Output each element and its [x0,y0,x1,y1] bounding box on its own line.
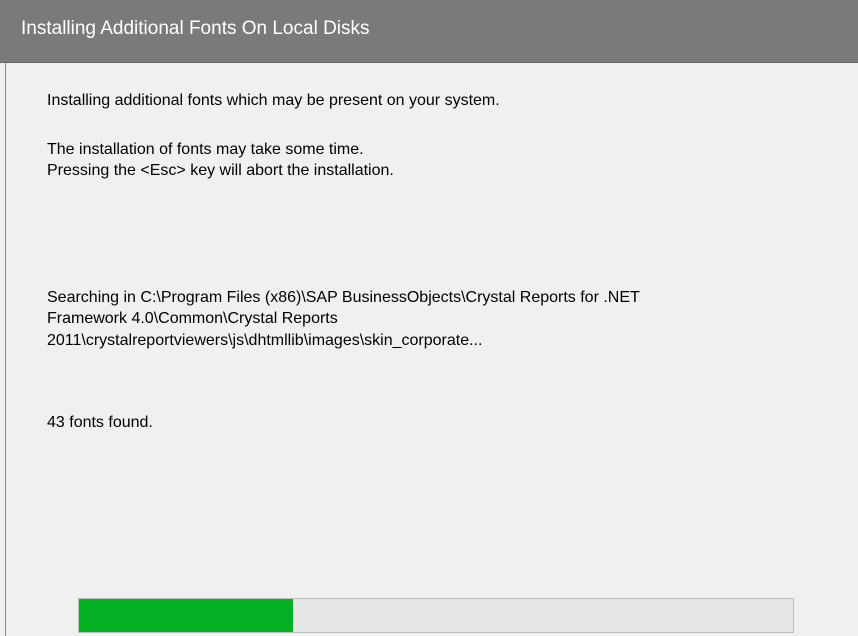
esc-notice: Pressing the <Esc> key will abort the in… [47,162,394,179]
time-notice: The installation of fonts may take some … [47,141,364,158]
intro-message: Installing additional fonts which may be… [47,92,500,109]
fonts-found-count: 43 fonts found. [47,414,153,431]
title-bar[interactable]: Installing Additional Fonts On Local Dis… [0,0,858,63]
progress-bar [78,598,794,633]
install-fonts-dialog: Installing Additional Fonts On Local Dis… [0,0,858,636]
search-path-line-2: Framework 4.0\Common\Crystal Reports [47,310,338,327]
dialog-content: Installing additional fonts which may be… [0,63,858,636]
progress-bar-fill [79,599,294,632]
search-path-line-1: Searching in C:\Program Files (x86)\SAP … [47,289,640,306]
search-path-line-3: 2011\crystalreportviewers\js\dhtmllib\im… [47,332,483,349]
window-title: Installing Additional Fonts On Local Dis… [21,18,370,39]
